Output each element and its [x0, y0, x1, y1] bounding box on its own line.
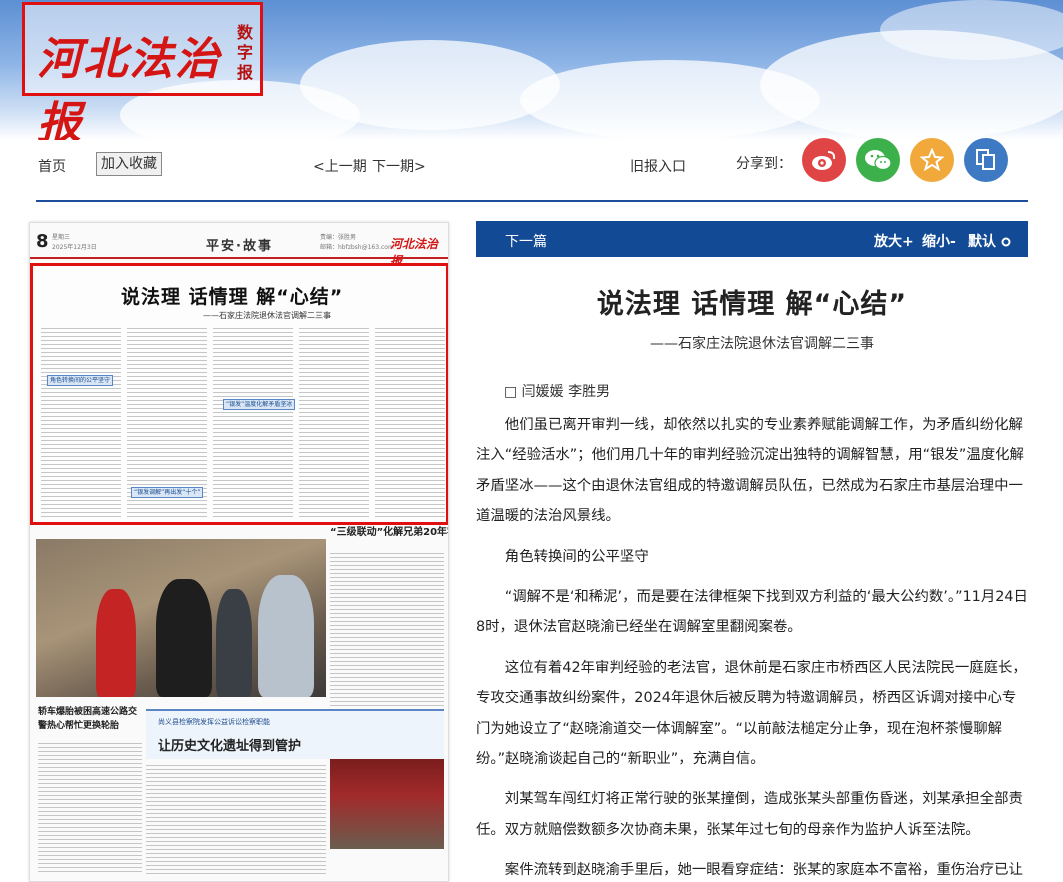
- newspaper-page-thumbnail[interactable]: 8 星期三 2025年12月3日 平安·故事 责编：张胜男 邮箱：hbfzbsh…: [29, 222, 449, 882]
- paper-tag: “银发”温度化解矛盾坚冰: [223, 399, 296, 410]
- photo-figure: [258, 575, 314, 697]
- text-column: [213, 328, 293, 518]
- paper-date: 2025年12月3日: [52, 244, 97, 251]
- paper-page-number: 8: [36, 231, 49, 252]
- paper-headline-3: 轿车爆胎被困高速公路交警热心帮忙更换轮胎: [38, 707, 138, 731]
- home-link[interactable]: 首页: [38, 156, 66, 176]
- article-paragraph: 刘某驾车闯红灯将正常行驶的张某撞倒，造成张某头部重伤昏迷，刘某承担全部责任。双方…: [476, 791, 1023, 838]
- wechat-icon: [865, 150, 892, 171]
- zoom-out-button[interactable]: 缩小-: [922, 231, 956, 251]
- wechat-share-button[interactable]: [856, 138, 900, 182]
- qzone-share-button[interactable]: [910, 138, 954, 182]
- paper-article-box: 尚义县检察院发挥公益诉讼检察职能 让历史文化遗址得到管护: [146, 709, 444, 759]
- paper-section: 平安·故事: [206, 239, 273, 254]
- photo-figure: [156, 579, 212, 697]
- paper-headline-4: 让历史文化遗址得到管护: [158, 739, 302, 754]
- site-logo[interactable]: 河北法治报 数字报: [22, 2, 263, 140]
- paper-tag: “银发调解”再出发“十个”: [131, 487, 204, 498]
- article-title: 说法理 话情理 解“心结”: [596, 289, 908, 320]
- reset-circle-icon: [1001, 237, 1011, 247]
- text-column: [330, 553, 444, 723]
- qzone-icon: [920, 148, 944, 172]
- zoom-in-button[interactable]: 放大+: [874, 231, 914, 251]
- paper-photo-2: [330, 759, 444, 849]
- paper-editor: 责编：张胜男: [320, 234, 357, 241]
- paper-email: 邮箱：hbfzbsh@163.com: [320, 244, 394, 251]
- copy-icon: [976, 149, 995, 170]
- paper-subheadline: ——石家庄法院退休法官调解二三事: [203, 311, 331, 320]
- article-section-heading: 角色转换间的公平坚守: [504, 548, 649, 565]
- weibo-share-button[interactable]: [802, 138, 846, 182]
- text-column: [146, 765, 326, 875]
- article-paragraph: 他们虽已离开审判一线，却依然以扎实的专业素养赋能调解工作，为矛盾纠纷化解注入“经…: [476, 417, 1024, 525]
- logo-name: 河北法治报: [37, 34, 221, 140]
- text-column: [38, 743, 142, 873]
- prev-issue-link[interactable]: <上一期: [313, 156, 367, 176]
- text-column: [41, 328, 121, 518]
- article-paragraph: 案件流转到赵晓渝手里后，她一眼看穿症结：张某的家庭本不富裕，重伤治疗已让其雪上加…: [504, 862, 1023, 879]
- article-body: 他们虽已离开审判一线，却依然以扎实的专业素养赋能调解工作，为矛盾纠纷化解注入“经…: [476, 410, 1028, 882]
- paper-tag: 角色转换间的公平坚守: [47, 375, 114, 386]
- default-size-label: 默认: [968, 234, 996, 250]
- archive-link[interactable]: 旧报入口: [630, 156, 686, 176]
- weibo-icon: [812, 151, 836, 170]
- share-label: 分享到：: [736, 156, 792, 172]
- article-paragraph: 这位有着42年审判经验的老法官，退休前是石家庄市桥西区人民法院民一庭庭长，专攻交…: [476, 659, 1027, 768]
- photo-figure: [96, 589, 136, 697]
- article-author: □ 闫媛媛 李胜男: [504, 384, 611, 400]
- logo-subtitle: 数字报: [237, 23, 254, 82]
- paper-headline: 说法理 话情理 解“心结”: [121, 286, 344, 308]
- copy-link-button[interactable]: [964, 138, 1008, 182]
- default-size-button[interactable]: 默认: [968, 231, 1011, 251]
- paper-photo: [36, 539, 326, 697]
- article-subtitle: ——石家庄法院退休法官调解二三事: [650, 336, 874, 352]
- paper-header: 8 星期三 2025年12月3日 平安·故事 责编：张胜男 邮箱：hbfzbsh…: [30, 223, 448, 268]
- current-article-highlight[interactable]: 说法理 话情理 解“心结” ——石家庄法院退休法官调解二三事 角色转换间的公平坚…: [30, 263, 448, 525]
- paper-headline-2: “三级联动”化解兄弟20年宅基地纠纷: [330, 527, 448, 538]
- article-paragraph: “调解不是‘和稀泥’，而是要在法律框架下找到双方利益的‘最大公约数’。”11月2…: [476, 589, 1028, 636]
- next-article-link[interactable]: 下一篇: [505, 231, 547, 251]
- paper-banner-4: 尚义县检察院发挥公益诉讼检察职能: [158, 718, 270, 726]
- text-column: [375, 328, 445, 518]
- article-toolbar: 下一篇 放大+ 缩小- 默认: [476, 221, 1028, 257]
- header-banner: 河北法治报 数字报: [0, 0, 1063, 140]
- next-issue-link[interactable]: 下一期>: [372, 156, 426, 176]
- nav-divider: [36, 200, 1028, 202]
- add-favorite-button[interactable]: 加入收藏: [96, 152, 162, 176]
- text-column: [299, 328, 369, 518]
- photo-figure: [216, 589, 252, 697]
- paper-weekday: 星期三: [52, 234, 71, 241]
